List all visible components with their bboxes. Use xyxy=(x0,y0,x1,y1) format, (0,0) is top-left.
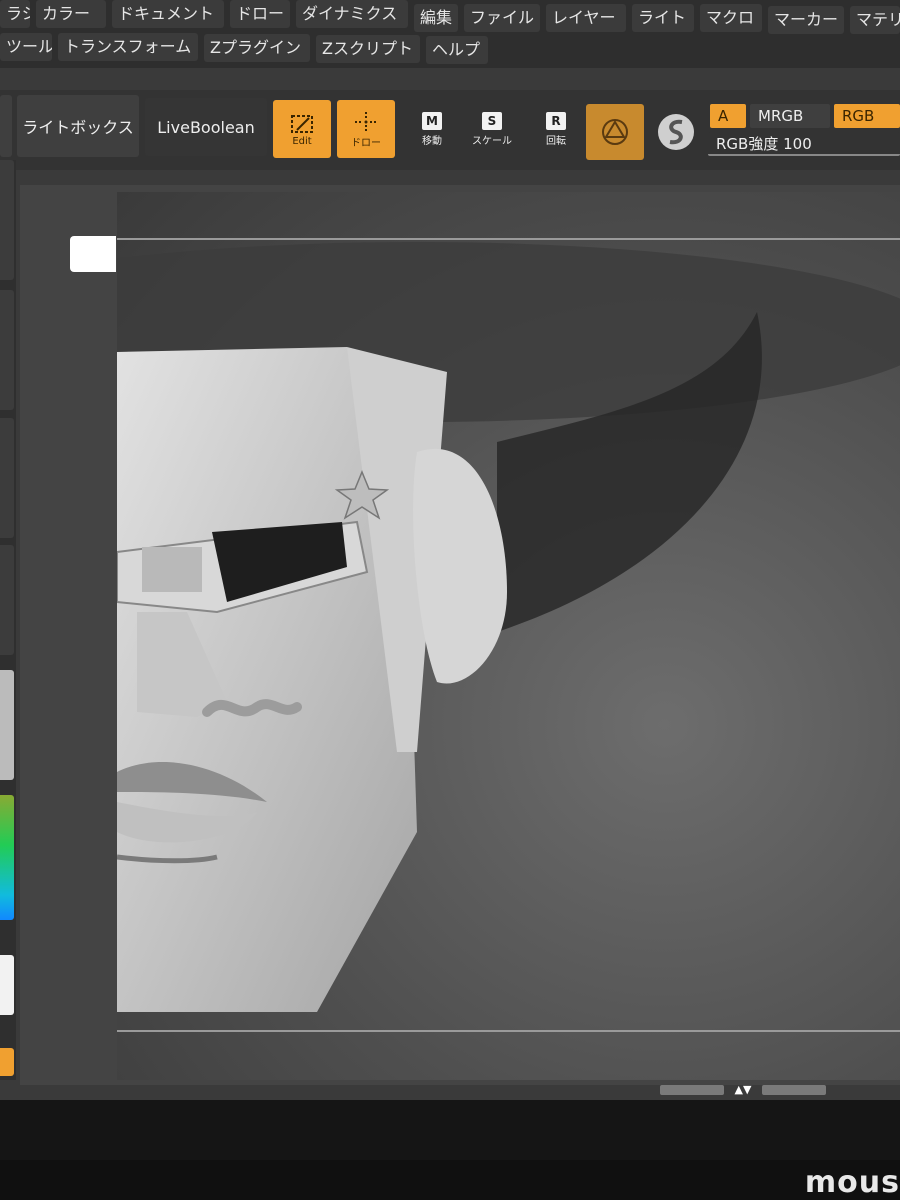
menu-color[interactable]: カラー xyxy=(36,0,106,28)
accent-button[interactable] xyxy=(0,1048,14,1076)
color-picker[interactable] xyxy=(0,795,14,920)
edit-icon xyxy=(291,114,313,133)
gizmo-icon xyxy=(602,119,628,145)
texture-thumbnail[interactable] xyxy=(0,670,14,780)
top-shelf: ライトボックス LiveBoolean Edit ドロー M 移動 S スケール… xyxy=(0,90,900,170)
edit-label: Edit xyxy=(292,135,312,147)
scale-button[interactable]: S スケール xyxy=(470,104,514,154)
scale-key: S xyxy=(482,111,502,130)
menu-zplugin[interactable]: Zプラグイン xyxy=(204,34,310,62)
rotate-button[interactable]: R 回転 xyxy=(534,104,578,154)
menu-light[interactable]: ライト xyxy=(632,4,694,32)
scroll-arrows-icon[interactable]: ▲▼ xyxy=(728,1083,758,1097)
sculpt-model[interactable] xyxy=(117,192,900,1080)
zbrush-window: ラシ カラー ドキュメント ドロー ダイナミクス 編集 ファイル レイヤー ライ… xyxy=(0,0,900,1100)
left-panel-segment[interactable] xyxy=(0,290,14,410)
material-sphere-icon[interactable] xyxy=(656,112,696,152)
draw-icon xyxy=(355,111,377,132)
monitor-bezel: mous xyxy=(0,1100,900,1200)
scrollbar-left[interactable] xyxy=(660,1085,724,1095)
rotate-key: R xyxy=(546,111,566,130)
left-panel-segment[interactable] xyxy=(0,160,14,280)
draw-label: ドロー xyxy=(351,137,381,149)
menu-zscript[interactable]: Zスクリプト xyxy=(316,35,420,63)
move-key: M xyxy=(422,111,442,130)
shelf-edge xyxy=(0,95,12,157)
menu-macro[interactable]: マクロ xyxy=(700,4,762,32)
menu-dynamics[interactable]: ダイナミクス xyxy=(296,0,408,28)
left-panel-segment[interactable] xyxy=(0,418,14,538)
rotate-label: 回転 xyxy=(546,135,566,147)
navigation-thumbnail[interactable] xyxy=(70,236,116,272)
rgb-toggle[interactable]: RGB xyxy=(834,104,900,128)
left-panel-segment[interactable] xyxy=(0,545,14,655)
menu-marker[interactable]: マーカー xyxy=(768,6,844,34)
menu-brush[interactable]: ラシ xyxy=(0,0,30,28)
mrgb-toggle[interactable]: MRGB xyxy=(750,104,830,128)
menu-help[interactable]: ヘルプ xyxy=(426,36,488,64)
left-dock xyxy=(0,160,16,1080)
a-toggle[interactable]: A xyxy=(710,104,746,128)
brand-logo: mous xyxy=(804,1165,900,1200)
menu-tool[interactable]: ツール xyxy=(0,33,52,61)
menu-edit[interactable]: 編集 xyxy=(414,4,458,32)
menu-material[interactable]: マテリ xyxy=(850,6,900,34)
bezel-top xyxy=(0,1100,900,1160)
viewport-canvas[interactable] xyxy=(117,192,900,1080)
menu-transform[interactable]: トランスフォーム xyxy=(58,33,198,61)
menu-layer[interactable]: レイヤー xyxy=(546,4,626,32)
move-label: 移動 xyxy=(422,135,442,147)
gizmo-button[interactable] xyxy=(586,104,644,160)
scale-label: スケール xyxy=(472,135,512,147)
menu-bar: ラシ カラー ドキュメント ドロー ダイナミクス 編集 ファイル レイヤー ライ… xyxy=(0,0,900,68)
draw-mode-button[interactable]: ドロー xyxy=(337,100,395,158)
menu-document[interactable]: ドキュメント xyxy=(112,0,224,28)
rgb-intensity-slider[interactable]: RGB強度 100 xyxy=(708,132,900,156)
menu-file[interactable]: ファイル xyxy=(464,4,540,32)
edit-mode-button[interactable]: Edit xyxy=(273,100,331,158)
move-button[interactable]: M 移動 xyxy=(410,104,454,154)
liveboolean-button[interactable]: LiveBoolean xyxy=(145,98,267,156)
menu-draw[interactable]: ドロー xyxy=(230,0,290,28)
color-swatch[interactable] xyxy=(0,955,14,1015)
lightbox-button[interactable]: ライトボックス xyxy=(17,95,139,157)
scrollbar-right[interactable] xyxy=(762,1085,826,1095)
